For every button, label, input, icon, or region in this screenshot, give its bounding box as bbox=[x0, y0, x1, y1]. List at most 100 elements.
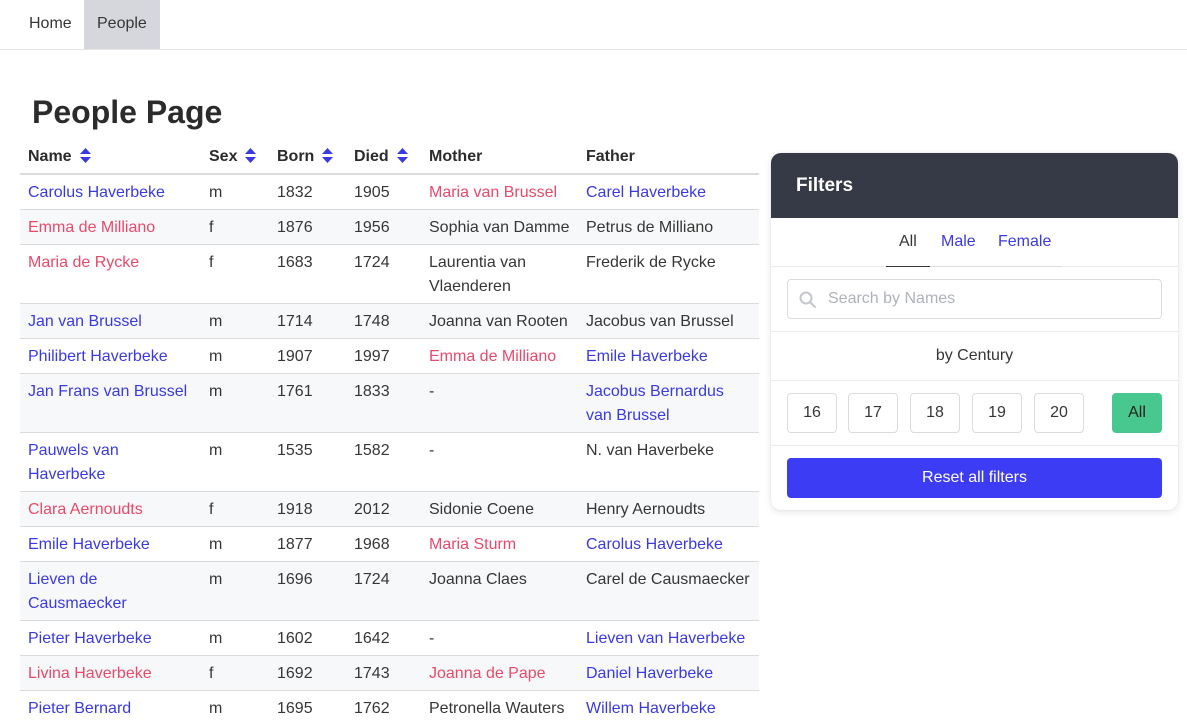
died-cell: 1724 bbox=[346, 561, 421, 621]
father-link[interactable]: Willem Haverbeke bbox=[586, 700, 716, 717]
nav-people-link[interactable]: People bbox=[84, 0, 160, 49]
mother-link[interactable]: Joanna de Pape bbox=[429, 665, 546, 682]
reset-row: Reset all filters bbox=[771, 446, 1178, 509]
table-row: Pieter Bernard Haverbeke m 1695 1762 Pet… bbox=[20, 690, 759, 723]
tab-male[interactable]: Male bbox=[928, 218, 989, 267]
mother-cell: Sophia van Damme bbox=[421, 209, 578, 245]
person-link[interactable]: Philibert Haverbeke bbox=[28, 348, 168, 365]
page-title: People Page bbox=[32, 94, 223, 130]
sort-icon[interactable] bbox=[396, 148, 408, 164]
person-link[interactable]: Emma de Milliano bbox=[28, 219, 155, 236]
table-row: Jan van Brussel m 1714 1748 Joanna van R… bbox=[20, 303, 759, 339]
column-header-born[interactable]: Born bbox=[269, 141, 346, 175]
died-cell: 1743 bbox=[346, 655, 421, 691]
name-cell: Lieven de Causmaecker bbox=[20, 561, 201, 621]
person-link[interactable]: Livina Haverbeke bbox=[28, 665, 152, 682]
table-row: Pauwels van Haverbeke m 1535 1582 - N. v… bbox=[20, 432, 759, 492]
mother-cell: Sidonie Coene bbox=[421, 491, 578, 527]
person-link[interactable]: Maria de Rycke bbox=[28, 254, 139, 271]
sex-cell: f bbox=[201, 244, 269, 304]
father-cell: Jacobus Bernardus van Brussel bbox=[578, 373, 759, 433]
father-link[interactable]: Emile Haverbeke bbox=[586, 348, 708, 365]
mother-cell: Petronella Wauters bbox=[421, 690, 578, 723]
father-cell: Carel Haverbeke bbox=[578, 174, 759, 210]
father-link[interactable]: Carolus Haverbeke bbox=[586, 536, 723, 553]
table-row: Clara Aernoudts f 1918 2012 Sidonie Coen… bbox=[20, 491, 759, 527]
born-cell: 1877 bbox=[269, 526, 346, 562]
century-label: by Century bbox=[771, 332, 1178, 381]
navbar: Home People bbox=[0, 0, 1187, 50]
father-cell: Jacobus van Brussel bbox=[578, 303, 759, 339]
name-cell: Jan van Brussel bbox=[20, 303, 201, 339]
century-20-button[interactable]: 20 bbox=[1034, 393, 1084, 433]
sex-filter-tabs: All Male Female bbox=[771, 218, 1178, 267]
name-cell: Jan Frans van Brussel bbox=[20, 373, 201, 433]
sex-cell: m bbox=[201, 432, 269, 492]
born-cell: 1918 bbox=[269, 491, 346, 527]
century-18-button[interactable]: 18 bbox=[910, 393, 960, 433]
century-all-button[interactable]: All bbox=[1112, 393, 1162, 433]
mother-cell: Maria Sturm bbox=[421, 526, 578, 562]
mother-link[interactable]: Emma de Milliano bbox=[429, 348, 556, 365]
person-link[interactable]: Lieven de Causmaecker bbox=[28, 571, 127, 612]
sex-cell: m bbox=[201, 174, 269, 210]
father-link[interactable]: Lieven van Haverbeke bbox=[586, 630, 745, 647]
father-cell: Emile Haverbeke bbox=[578, 338, 759, 374]
century-buttons: 16 17 18 19 20 All bbox=[771, 381, 1178, 446]
father-link[interactable]: Jacobus Bernardus van Brussel bbox=[586, 383, 724, 424]
column-header-label: Died bbox=[354, 148, 389, 165]
name-cell: Clara Aernoudts bbox=[20, 491, 201, 527]
sex-cell: m bbox=[201, 373, 269, 433]
mother-cell: - bbox=[421, 620, 578, 656]
table-row: Jan Frans van Brussel m 1761 1833 - Jaco… bbox=[20, 373, 759, 433]
mother-cell: - bbox=[421, 432, 578, 492]
sex-cell: m bbox=[201, 303, 269, 339]
sort-icon[interactable] bbox=[322, 148, 334, 164]
name-cell: Pieter Haverbeke bbox=[20, 620, 201, 656]
person-link[interactable]: Carolus Haverbeke bbox=[28, 184, 165, 201]
person-link[interactable]: Pieter Bernard Haverbeke bbox=[28, 700, 131, 723]
search-row bbox=[771, 267, 1178, 332]
father-link[interactable]: Daniel Haverbeke bbox=[586, 665, 713, 682]
born-cell: 1602 bbox=[269, 620, 346, 656]
sex-cell: f bbox=[201, 491, 269, 527]
century-17-button[interactable]: 17 bbox=[848, 393, 898, 433]
mother-link[interactable]: Maria van Brussel bbox=[429, 184, 557, 201]
mother-cell: Joanna van Rooten bbox=[421, 303, 578, 339]
column-header-died[interactable]: Died bbox=[346, 141, 421, 175]
column-header-sex[interactable]: Sex bbox=[201, 141, 269, 175]
name-cell: Philibert Haverbeke bbox=[20, 338, 201, 374]
mother-cell: Laurentia van Vlaenderen bbox=[421, 244, 578, 304]
reset-filters-button[interactable]: Reset all filters bbox=[787, 458, 1162, 498]
name-cell: Emma de Milliano bbox=[20, 209, 201, 245]
column-header-mother: Mother bbox=[421, 141, 578, 175]
sex-cell: m bbox=[201, 561, 269, 621]
mother-cell: Emma de Milliano bbox=[421, 338, 578, 374]
person-link[interactable]: Pieter Haverbeke bbox=[28, 630, 152, 647]
father-link[interactable]: Carel Haverbeke bbox=[586, 184, 706, 201]
died-cell: 1997 bbox=[346, 338, 421, 374]
people-table: Name Sex Born Died Mother Father Carolus… bbox=[20, 141, 759, 723]
sort-icon[interactable] bbox=[245, 148, 257, 164]
nav-home-link[interactable]: Home bbox=[16, 0, 85, 49]
tab-female[interactable]: Female bbox=[985, 218, 1064, 267]
sex-cell: m bbox=[201, 620, 269, 656]
father-cell: Carolus Haverbeke bbox=[578, 526, 759, 562]
sort-icon[interactable] bbox=[79, 148, 91, 164]
mother-link[interactable]: Maria Sturm bbox=[429, 536, 516, 553]
person-link[interactable]: Emile Haverbeke bbox=[28, 536, 150, 553]
century-16-button[interactable]: 16 bbox=[787, 393, 837, 433]
person-link[interactable]: Clara Aernoudts bbox=[28, 501, 143, 518]
died-cell: 1968 bbox=[346, 526, 421, 562]
search-input[interactable] bbox=[828, 280, 1148, 318]
person-link[interactable]: Pauwels van Haverbeke bbox=[28, 442, 119, 483]
person-link[interactable]: Jan Frans van Brussel bbox=[28, 383, 187, 400]
person-link[interactable]: Jan van Brussel bbox=[28, 313, 142, 330]
tab-all[interactable]: All bbox=[886, 218, 930, 267]
century-19-button[interactable]: 19 bbox=[972, 393, 1022, 433]
column-header-name[interactable]: Name bbox=[20, 141, 201, 175]
born-cell: 1535 bbox=[269, 432, 346, 492]
died-cell: 1582 bbox=[346, 432, 421, 492]
search-box[interactable] bbox=[787, 279, 1162, 319]
died-cell: 1724 bbox=[346, 244, 421, 304]
